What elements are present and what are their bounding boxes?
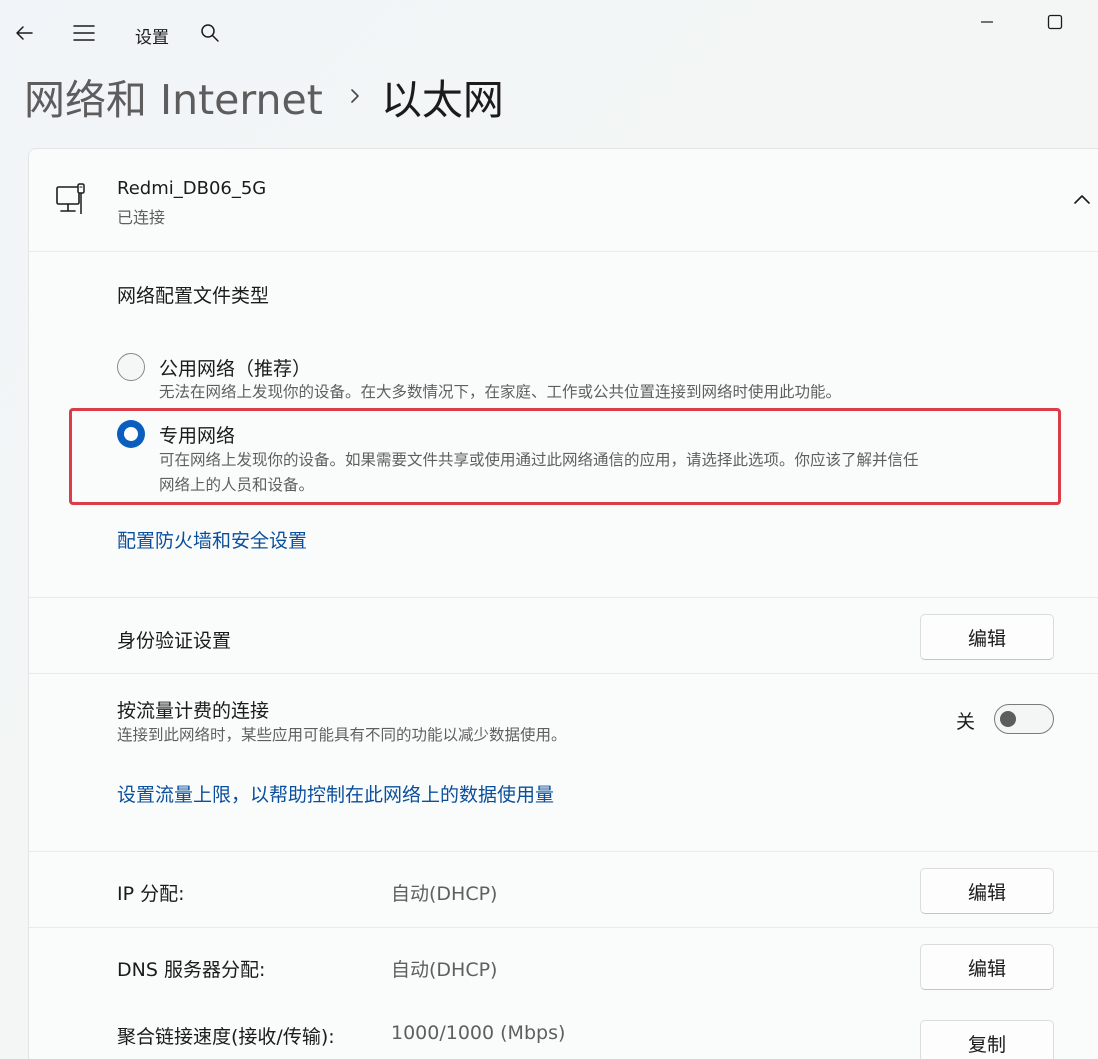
toggle-knob [1000, 711, 1016, 727]
network-name: Redmi_DB06_5G [117, 178, 267, 199]
connection-status: 已连接 [117, 208, 166, 227]
search-icon [201, 24, 219, 42]
private-network-radio[interactable] [117, 420, 145, 448]
breadcrumb: 网络和 Internet 以太网 [24, 66, 504, 126]
search-button[interactable] [190, 13, 230, 53]
link-speed-label: 聚合链接速度(接收/传输): [117, 1026, 335, 1048]
metered-toggle-state-label: 关 [956, 711, 976, 733]
back-button[interactable] [4, 13, 44, 53]
ip-assignment-label: IP 分配: [117, 883, 185, 905]
minimize-icon [981, 21, 993, 23]
page-title: 以太网 [380, 76, 504, 124]
ip-assignment-edit-button[interactable]: 编辑 [920, 868, 1054, 914]
ip-assignment-value: 自动(DHCP) [391, 883, 498, 905]
private-network-description-line2: 网络上的人员和设备。 [159, 476, 315, 494]
ethernet-icon [55, 183, 87, 221]
divider [29, 251, 1098, 252]
copy-properties-button[interactable]: 复制 [920, 1020, 1054, 1059]
chevron-right-icon [349, 87, 361, 105]
private-network-title: 专用网络 [159, 425, 236, 447]
private-network-description-line1: 可在网络上发现你的设备。如果需要文件共享或使用通过此网络通信的应用，请选择此选项… [159, 451, 919, 469]
metered-connection-label: 按流量计费的连接 [117, 700, 270, 722]
public-network-title: 公用网络（推荐） [159, 358, 312, 380]
dns-server-assignment-value: 自动(DHCP) [391, 959, 498, 981]
dns-server-assignment-label: DNS 服务器分配: [117, 959, 266, 981]
link-speed-value: 1000/1000 (Mbps) [391, 1022, 566, 1044]
maximize-icon [1047, 14, 1063, 30]
chevron-up-icon[interactable] [1073, 191, 1091, 210]
public-network-description: 无法在网络上发现你的设备。在大多数情况下，在家庭、工作或公共位置连接到网络时使用… [159, 383, 842, 401]
minimize-button[interactable] [957, 0, 1017, 44]
firewall-security-settings-link[interactable]: 配置防火墙和安全设置 [117, 526, 307, 553]
divider [29, 597, 1098, 598]
metered-connection-description: 连接到此网络时，某些应用可能具有不同的功能以减少数据使用。 [117, 726, 567, 744]
title-bar: 设置 [0, 0, 1098, 66]
ethernet-settings-card: Redmi_DB06_5G 已连接 网络配置文件类型 公用网络（推荐） 无法在网… [28, 148, 1098, 1059]
divider [29, 851, 1098, 852]
dns-server-edit-button[interactable]: 编辑 [920, 944, 1054, 990]
breadcrumb-parent-network-internet[interactable]: 网络和 Internet [24, 66, 323, 126]
divider [29, 927, 1098, 928]
public-network-radio[interactable] [117, 353, 145, 381]
navigation-menu-button[interactable] [64, 13, 104, 53]
network-profile-type-label: 网络配置文件类型 [117, 285, 270, 307]
app-title: 设置 [135, 28, 169, 48]
set-data-limit-link[interactable]: 设置流量上限，以帮助控制在此网络上的数据使用量 [117, 780, 554, 807]
network-expander-header[interactable]: Redmi_DB06_5G 已连接 [29, 149, 1098, 251]
maximize-button[interactable] [1025, 0, 1085, 44]
divider [29, 673, 1098, 674]
hamburger-menu-icon [73, 25, 95, 41]
metered-connection-toggle[interactable] [994, 704, 1054, 734]
authentication-edit-button[interactable]: 编辑 [920, 614, 1054, 660]
back-arrow-icon [16, 26, 33, 40]
authentication-settings-label: 身份验证设置 [117, 630, 232, 652]
